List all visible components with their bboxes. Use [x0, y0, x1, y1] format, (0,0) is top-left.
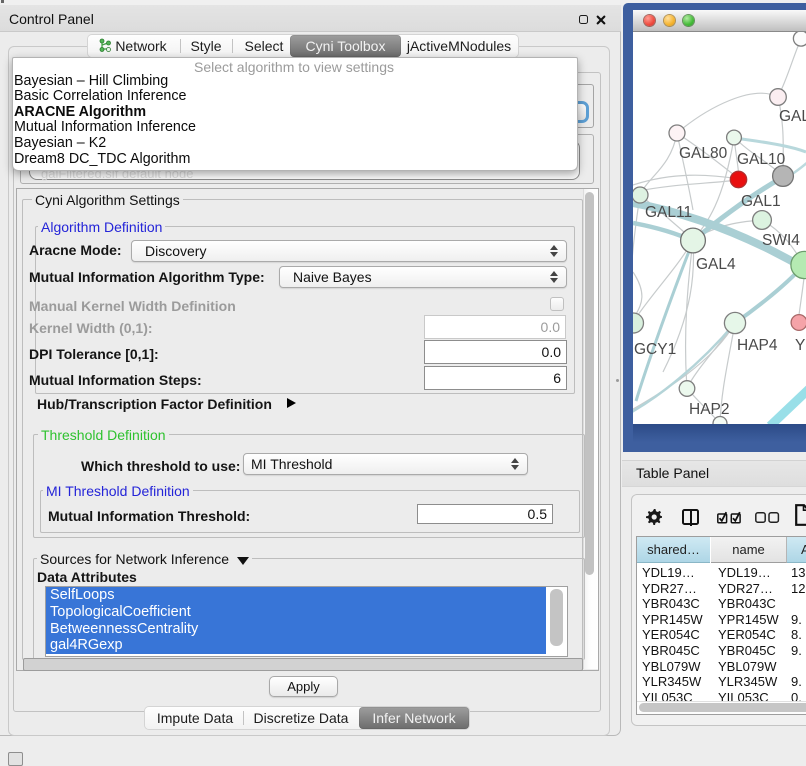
svg-text:HAP2: HAP2	[689, 401, 730, 418]
svg-text:GAL10: GAL10	[737, 151, 786, 168]
svg-text:GAL7: GAL7	[779, 108, 806, 125]
svg-text:HAP4: HAP4	[737, 337, 778, 354]
svg-text:GCY1: GCY1	[634, 341, 676, 358]
svg-text:GAL4: GAL4	[696, 256, 736, 273]
svg-text:Y: Y	[795, 337, 805, 354]
svg-text:GAL11: GAL11	[645, 204, 692, 221]
svg-text:GAL1: GAL1	[741, 193, 781, 210]
svg-text:GAL80: GAL80	[679, 145, 728, 162]
svg-text:SWI4: SWI4	[762, 232, 800, 249]
